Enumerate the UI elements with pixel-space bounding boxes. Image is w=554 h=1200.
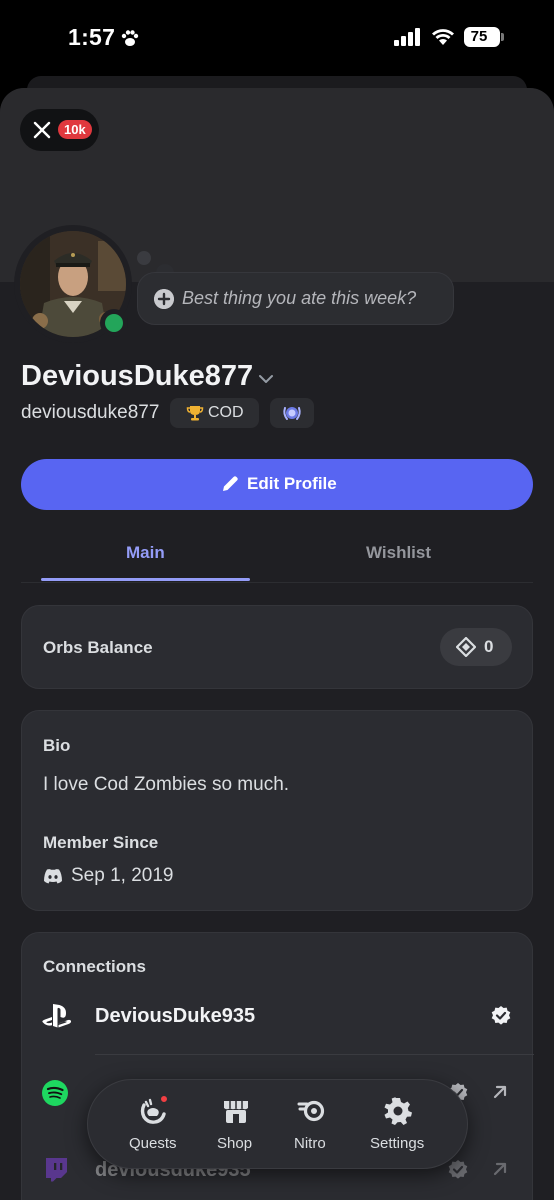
thought-bubble-dot bbox=[137, 251, 151, 265]
nav-label: Shop bbox=[217, 1135, 253, 1152]
status-prompt: Best thing you ate this week? bbox=[182, 288, 417, 308]
nav-item-nitro[interactable]: Nitro bbox=[288, 1080, 336, 1170]
wifi-icon bbox=[432, 29, 454, 45]
server-tag-chip[interactable]: COD bbox=[170, 398, 259, 428]
playstation-icon bbox=[42, 1004, 72, 1028]
quests-alert-dot bbox=[159, 1094, 169, 1104]
external-link-icon[interactable] bbox=[490, 1159, 510, 1179]
username: deviousduke877 bbox=[21, 402, 160, 423]
bio-heading: Bio bbox=[43, 736, 71, 755]
member-since-heading: Member Since bbox=[43, 833, 159, 852]
pencil-icon bbox=[223, 476, 238, 491]
chevron-down-icon[interactable] bbox=[258, 373, 274, 385]
connection-account-name: DeviousDuke935 bbox=[95, 1005, 256, 1027]
add-icon bbox=[154, 289, 174, 309]
bio-text: I love Cod Zombies so much. bbox=[43, 774, 290, 795]
notification-badge: 10k bbox=[58, 120, 92, 139]
orbs-balance-value: 0 bbox=[484, 637, 494, 656]
close-button[interactable]: 10k bbox=[20, 109, 99, 151]
orbs-balance-label: Orbs Balance bbox=[43, 638, 153, 657]
nav-item-settings[interactable]: Settings bbox=[364, 1080, 436, 1170]
nitro-icon bbox=[297, 1100, 325, 1122]
nav-item-quests[interactable]: Quests bbox=[124, 1080, 184, 1170]
discord-icon bbox=[44, 869, 62, 884]
server-tag-label: COD bbox=[208, 404, 244, 421]
status-bar: 1:57 75 bbox=[0, 0, 554, 76]
edit-profile-button[interactable]: Edit Profile bbox=[21, 459, 533, 510]
connection-row-playstation[interactable]: DeviousDuke935 bbox=[22, 987, 534, 1047]
gear-icon bbox=[384, 1097, 412, 1125]
nav-label: Settings bbox=[370, 1135, 425, 1152]
verified-check-icon bbox=[491, 1006, 511, 1025]
bio-card: Bio I love Cod Zombies so much. Member S… bbox=[21, 710, 533, 911]
custom-status-bubble[interactable]: Best thing you ate this week? bbox=[137, 272, 454, 325]
spotify-icon bbox=[42, 1080, 68, 1106]
twitch-icon bbox=[46, 1158, 67, 1182]
close-icon bbox=[33, 121, 51, 139]
orbs-balance-pill[interactable]: 0 bbox=[440, 628, 512, 666]
orb-icon bbox=[456, 637, 476, 657]
profile-sheet: 10k Best thing you ate this week? Deviou… bbox=[0, 88, 554, 1200]
avatar[interactable] bbox=[14, 225, 132, 343]
profile-badge[interactable] bbox=[270, 398, 314, 428]
trophy-icon bbox=[186, 406, 204, 421]
tab-divider bbox=[21, 582, 533, 583]
status-time: 1:57 bbox=[68, 24, 116, 50]
display-name: DeviousDuke877 bbox=[21, 360, 254, 392]
edit-profile-label: Edit Profile bbox=[247, 474, 337, 493]
paw-icon bbox=[121, 30, 139, 46]
active-tab-indicator bbox=[41, 578, 250, 581]
nav-label: Quests bbox=[129, 1135, 177, 1152]
shop-icon bbox=[224, 1101, 248, 1123]
external-link-icon[interactable] bbox=[490, 1082, 510, 1102]
connection-divider bbox=[95, 1054, 534, 1055]
cellular-signal-icon bbox=[394, 28, 420, 46]
connections-heading: Connections bbox=[43, 957, 146, 976]
nav-label: Nitro bbox=[294, 1135, 326, 1152]
verified-check-icon bbox=[448, 1160, 468, 1179]
battery-icon: 75 bbox=[464, 27, 504, 47]
online-status-indicator bbox=[100, 309, 128, 337]
bottom-navigation: Quests Shop Nitro Settings bbox=[87, 1079, 468, 1169]
tab-wishlist[interactable]: Wishlist bbox=[366, 543, 431, 563]
battery-level: 75 bbox=[470, 28, 488, 45]
tab-main[interactable]: Main bbox=[126, 543, 165, 563]
orbs-balance-card[interactable]: Orbs Balance 0 bbox=[21, 605, 533, 689]
nav-item-shop[interactable]: Shop bbox=[212, 1080, 260, 1170]
laurel-badge-icon bbox=[283, 407, 301, 420]
member-since-date: Sep 1, 2019 bbox=[71, 865, 174, 886]
